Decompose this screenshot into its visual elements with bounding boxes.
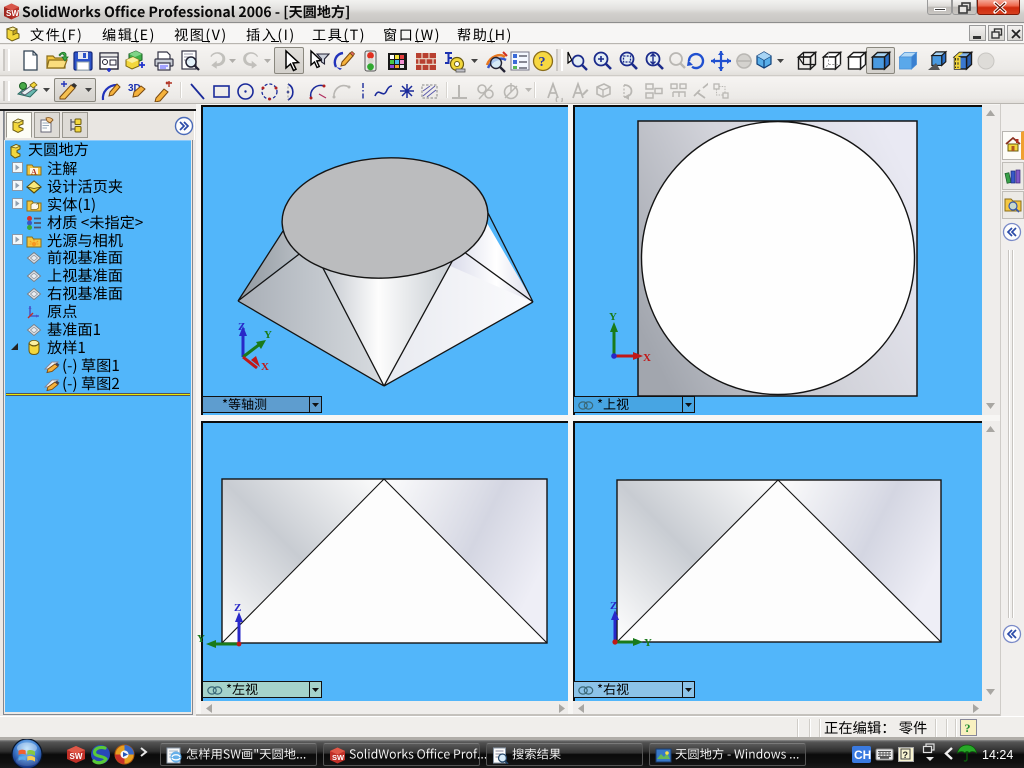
svg-text:Y: Y: [644, 637, 652, 649]
svg-text:?: ?: [965, 721, 971, 735]
svg-text:Z: Z: [238, 321, 245, 333]
svg-text:X: X: [643, 352, 651, 364]
svg-text:?: ?: [539, 55, 546, 70]
svg-text:Y: Y: [609, 311, 617, 323]
svg-text:SW: SW: [332, 753, 345, 762]
svg-text:Y: Y: [197, 633, 205, 645]
svg-text:Z: Z: [234, 602, 241, 614]
svg-text:SW: SW: [70, 752, 83, 761]
svg-text:?: ?: [903, 750, 909, 760]
svg-text:X: X: [261, 361, 269, 370]
svg-text:A: A: [31, 167, 37, 176]
svg-text:Z: Z: [610, 600, 617, 612]
svg-text:SW: SW: [6, 9, 19, 18]
svg-text:Y: Y: [264, 329, 272, 341]
